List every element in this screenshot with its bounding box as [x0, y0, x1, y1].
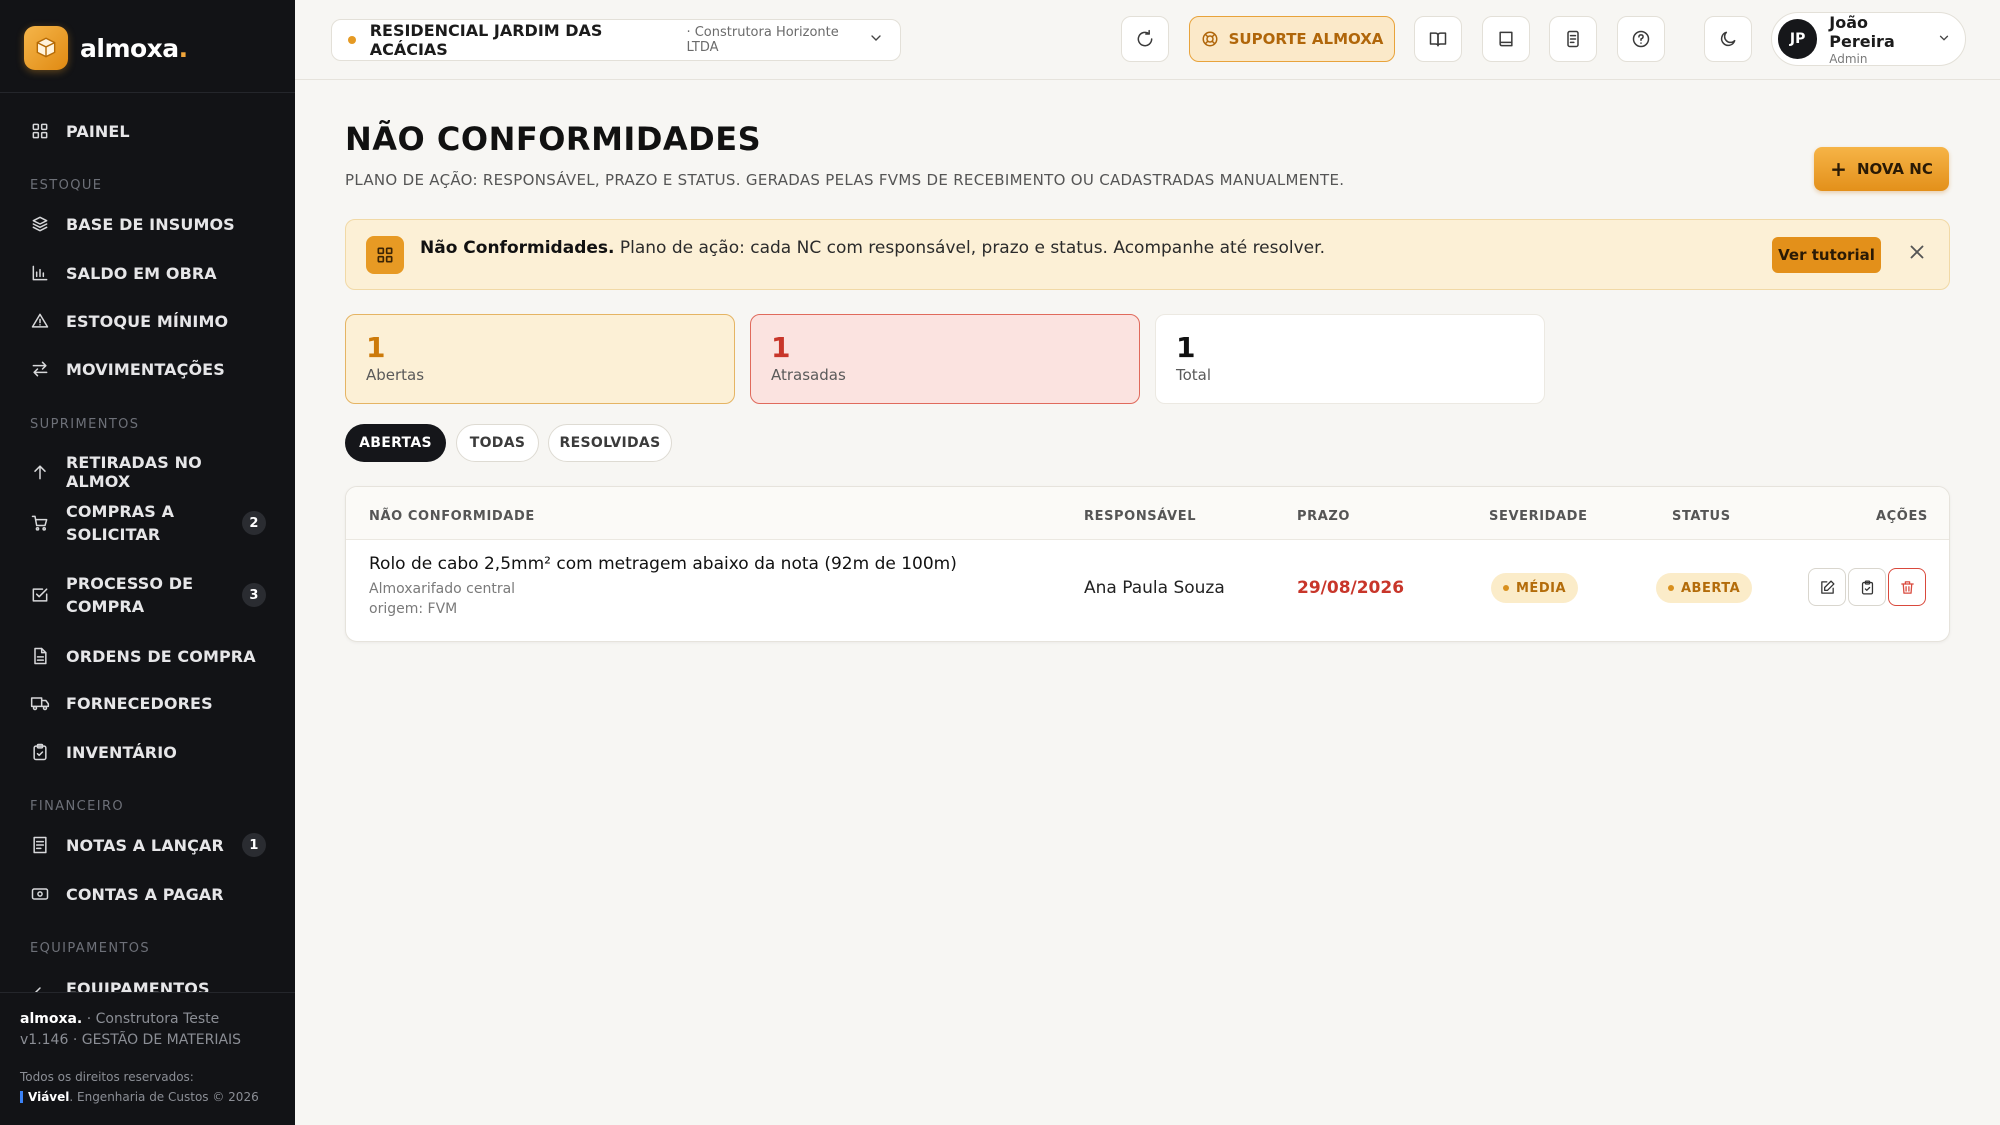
sidebar-item-inventario[interactable]: INVENTÁRIO [30, 742, 266, 762]
document-icon [30, 646, 50, 666]
stat-card-atrasadas[interactable]: 1 Atrasadas [750, 314, 1140, 404]
sidebar-item-processo-compra[interactable]: PROCESSO DE COMPRA 3 [30, 572, 266, 618]
help-button[interactable] [1617, 16, 1665, 62]
badge-count: 3 [242, 583, 266, 607]
nc-title: Rolo de cabo 2,5mm² com metragem abaixo … [369, 554, 957, 574]
edit-button[interactable] [1808, 568, 1846, 606]
tab-abertas[interactable]: ABERTAS [345, 424, 446, 462]
cash-icon [30, 884, 50, 904]
book-open-icon [1429, 32, 1447, 47]
checkbox-icon [30, 585, 50, 605]
new-nc-button[interactable]: + NOVA NC [1814, 147, 1949, 191]
badge-count: 2 [242, 511, 266, 535]
clipboard-check-icon [1861, 579, 1873, 595]
grid-icon [366, 235, 404, 274]
sidebar-item-fornecedores[interactable]: FORNECEDORES [30, 693, 266, 713]
user-role: Admin [1829, 51, 1868, 66]
page-subtitle: PLANO DE AÇÃO: RESPONSÁVEL, PRAZO E STAT… [345, 171, 1345, 189]
truck-icon [30, 693, 50, 713]
topbar: RESIDENCIAL JARDIM DAS ACÁCIAS · Constru… [295, 0, 2000, 80]
arrows-swap-icon [30, 359, 50, 379]
sidebar-item-movimentacoes[interactable]: MOVIMENTAÇÕES [30, 359, 266, 379]
nc-origin: origem: FVM [369, 601, 458, 617]
lifebuoy-icon [1202, 31, 1218, 47]
tab-resolvidas[interactable]: RESOLVIDAS [548, 424, 672, 462]
sidebar-item-base-insumos[interactable]: BASE DE INSUMOS [30, 214, 266, 234]
page-title: NÃO CONFORMIDADES [345, 120, 762, 158]
manual-button[interactable] [1414, 16, 1462, 62]
brand-name: almoxa. [80, 33, 188, 63]
sidebar-item-ordens-compra[interactable]: ORDENS DE COMPRA [30, 646, 266, 666]
refresh-icon [1137, 29, 1153, 47]
resolve-button[interactable] [1848, 568, 1886, 606]
book-icon [1499, 31, 1513, 47]
sidebar: almoxa. PAINEL ESTOQUE BASE DE INSUMOS S… [0, 0, 295, 1125]
nc-table: NÃO CONFORMIDADE RESPONSÁVEL PRAZO SEVER… [345, 486, 1950, 642]
status-dot [348, 36, 356, 44]
chevron-down-icon [1937, 30, 1951, 49]
arrow-up-icon [30, 462, 50, 482]
severity-badge: MÉDIA [1491, 573, 1579, 603]
chevron-down-icon [868, 30, 884, 50]
stat-card-abertas[interactable]: 1 Abertas [345, 314, 735, 404]
box-logo-icon [24, 26, 68, 70]
moon-icon [1720, 31, 1736, 47]
sidebar-item-painel[interactable]: PAINEL [30, 121, 266, 141]
info-banner: Não Conformidades. Plano de ação: cada N… [345, 219, 1950, 290]
avatar: JP [1778, 19, 1818, 59]
badge-count: 1 [242, 833, 266, 857]
clipboard-icon [30, 742, 50, 762]
nc-deadline: 29/08/2026 [1297, 578, 1405, 598]
close-icon[interactable] [1906, 241, 1928, 263]
brand[interactable]: almoxa. [24, 26, 188, 70]
table-header: NÃO CONFORMIDADE RESPONSÁVEL PRAZO SEVER… [346, 487, 1949, 540]
sidebar-item-contas-pagar[interactable]: CONTAS A PAGAR [30, 884, 266, 904]
sidebar-item-compras-solicitar[interactable]: COMPRAS A SOLICITAR 2 [30, 500, 266, 546]
nc-location: Almoxarifado central [369, 581, 516, 597]
user-name: João Pereira [1829, 12, 1895, 51]
theme-toggle-button[interactable] [1704, 16, 1752, 62]
status-badge: ABERTA [1656, 573, 1753, 603]
notes-button[interactable] [1549, 16, 1597, 62]
refresh-button[interactable] [1121, 16, 1169, 62]
edit-icon [1820, 579, 1835, 594]
plus-icon: + [1830, 157, 1847, 181]
tab-todas[interactable]: TODAS [456, 424, 539, 462]
section-financeiro: FINANCEIRO [30, 799, 125, 814]
file-text-icon [1567, 30, 1579, 48]
layers-icon [30, 214, 50, 234]
delete-button[interactable] [1888, 568, 1926, 606]
trash-icon [1900, 580, 1914, 594]
sidebar-item-saldo-obra[interactable]: SALDO EM OBRA [30, 263, 266, 283]
sidebar-footer: almoxa. · Construtora Teste v1.146 · GES… [0, 992, 295, 1125]
warning-icon [30, 311, 50, 331]
nc-responsible: Ana Paula Souza [1084, 578, 1225, 598]
section-equipamentos: EQUIPAMENTOS [30, 941, 151, 956]
banner-text: Não Conformidades. Plano de ação: cada N… [420, 237, 1325, 258]
cart-icon [30, 513, 50, 533]
section-estoque: ESTOQUE [30, 178, 103, 193]
section-suprimentos: SUPRIMENTOS [30, 417, 140, 432]
tutorial-button[interactable]: Ver tutorial [1772, 237, 1881, 273]
sidebar-item-retiradas[interactable]: RETIRADAS NO ALMOX [30, 453, 266, 491]
stat-card-total[interactable]: 1 Total [1155, 314, 1545, 404]
sidebar-divider [0, 92, 295, 93]
guide-button[interactable] [1482, 16, 1530, 62]
bar-chart-icon [30, 263, 50, 283]
support-button[interactable]: SUPORTE ALMOXA [1189, 16, 1395, 62]
project-selector[interactable]: RESIDENCIAL JARDIM DAS ACÁCIAS · Constru… [331, 19, 901, 61]
help-circle-icon [1632, 30, 1650, 48]
receipt-icon [30, 835, 50, 855]
sidebar-item-estoque-minimo[interactable]: ESTOQUE MÍNIMO [30, 311, 266, 331]
grid-icon [30, 121, 50, 141]
sidebar-item-notas-lancar[interactable]: NOTAS A LANÇAR 1 [30, 833, 266, 857]
user-menu[interactable]: JP João Pereira Admin [1771, 12, 1966, 66]
